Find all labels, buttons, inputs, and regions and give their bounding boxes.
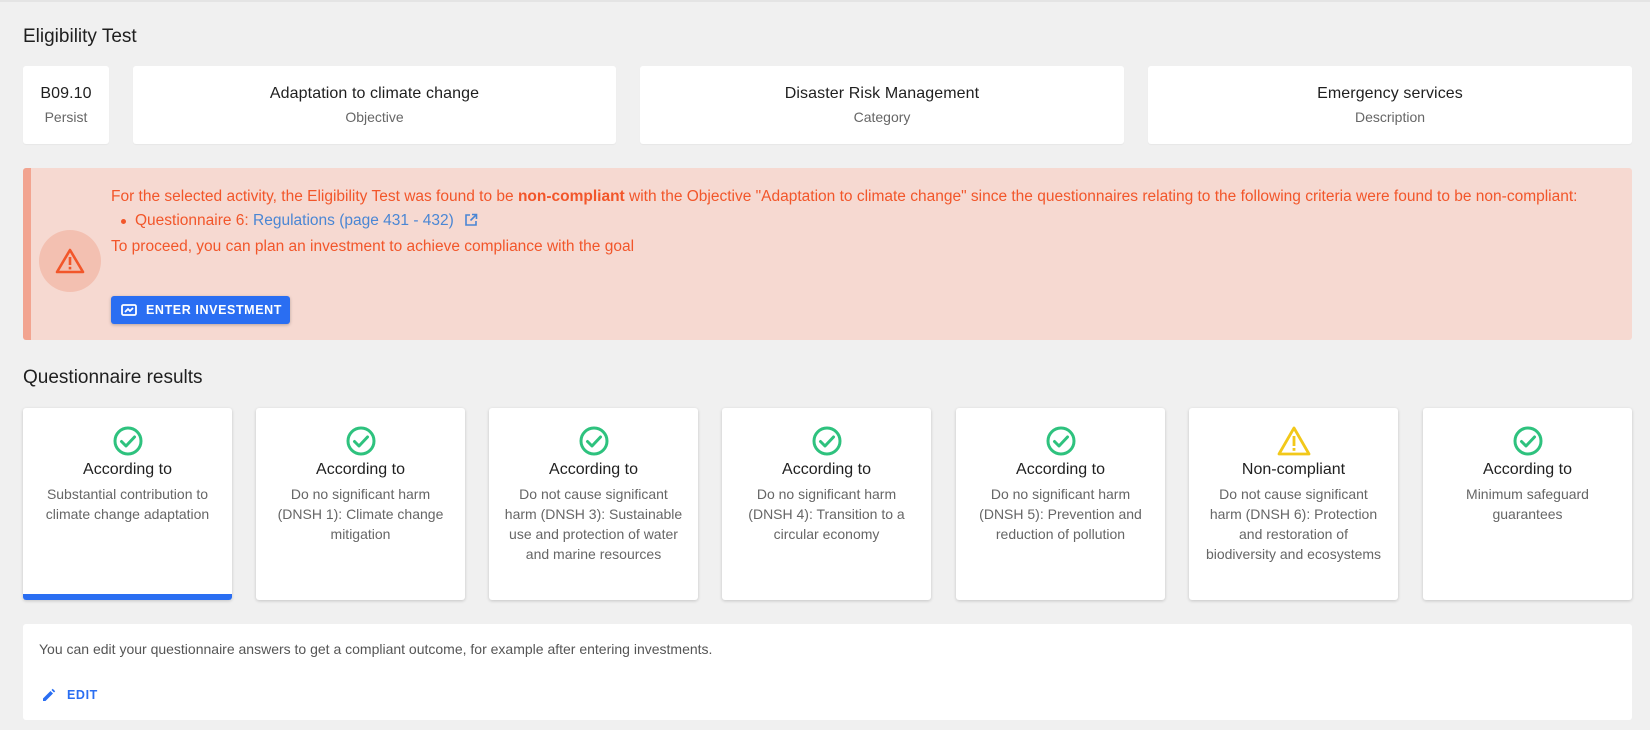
activity-code: B09.10: [40, 85, 92, 102]
category-label: Category: [853, 109, 911, 125]
questionnaire-description: Do no significant harm (DNSH 4): Transit…: [748, 486, 905, 542]
alert-status-bold: non-compliant: [517, 188, 625, 205]
active-indicator: [23, 594, 232, 600]
questionnaire-card[interactable]: Non-compliant Do not cause significant ha…: [1189, 408, 1398, 600]
questionnaire-status: According to: [1483, 461, 1572, 478]
description-value: Emergency services: [1317, 85, 1463, 102]
objective-label: Objective: [345, 109, 404, 125]
activity-code-label: Persist: [44, 109, 88, 125]
external-link-icon[interactable]: [464, 211, 478, 235]
questionnaire-status: According to: [782, 461, 871, 478]
category-value: Disaster Risk Management: [784, 85, 980, 102]
check-circle-icon: [489, 425, 698, 457]
description-label: Description: [1354, 109, 1426, 125]
questionnaire-card[interactable]: According to Do no significant harm (DNSH…: [256, 408, 465, 600]
top-divider: [0, 0, 1650, 2]
edit-label: EDIT: [67, 688, 98, 702]
warning-triangle-icon: [1189, 425, 1398, 457]
alert-warning-icon: [39, 230, 101, 292]
questionnaire-status: Non-compliant: [1241, 461, 1346, 478]
questionnaire-results-title: Questionnaire results: [23, 367, 203, 388]
check-circle-icon: [1423, 425, 1632, 457]
questionnaire-card[interactable]: According to Minimum safeguard guarantees: [1423, 408, 1632, 600]
questionnaire-card[interactable]: According to Do no significant harm (DNSH…: [956, 408, 1165, 600]
questionnaire-description: Minimum safeguard guarantees: [1466, 486, 1589, 522]
objective-card: Adaptation to climate change Objective: [133, 66, 616, 144]
questionnaire-status: According to: [316, 461, 405, 478]
investment-icon: [121, 303, 137, 317]
questionnaire-card[interactable]: According to Do no significant harm (DNSH…: [722, 408, 931, 600]
questionnaire-card[interactable]: According to Substantial contribution to …: [23, 408, 232, 600]
pencil-icon: [41, 687, 57, 703]
edit-message: You can edit your questionnaire answers …: [39, 641, 713, 657]
check-circle-icon: [722, 425, 931, 457]
regulations-link[interactable]: Regulations (page 431 - 432): [253, 212, 454, 229]
alert-list: Questionnaire 6: Regulations (page 431 -…: [111, 209, 1601, 235]
check-circle-icon: [23, 425, 232, 457]
questionnaire-description: Do no significant harm (DNSH 5): Prevent…: [979, 486, 1142, 542]
questionnaire-description: Do not cause significant harm (DNSH 3): …: [504, 486, 683, 562]
alert-proceed-text: To proceed, you can plan an investment t…: [111, 238, 635, 255]
questionnaire-description: Do not cause significant harm (DNSH 6): …: [1205, 486, 1382, 562]
questionnaire-status: According to: [1016, 461, 1105, 478]
category-card: Disaster Risk Management Category: [640, 66, 1124, 144]
alert-content: For the selected activity, the Eligibili…: [111, 185, 1601, 259]
description-card: Emergency services Description: [1148, 66, 1632, 144]
enter-investment-label: ENTER INVESTMENT: [146, 303, 282, 317]
alert-list-item: Questionnaire 6: Regulations (page 431 -…: [119, 209, 1601, 235]
questionnaire-card[interactable]: According to Do not cause significant har…: [489, 408, 698, 600]
alert-message: For the selected activity, the Eligibili…: [111, 188, 1578, 205]
questionnaire-status: According to: [83, 461, 172, 478]
edit-panel: You can edit your questionnaire answers …: [23, 624, 1632, 720]
activity-code-card: B09.10 Persist: [23, 66, 109, 144]
edit-button[interactable]: EDIT: [41, 687, 98, 703]
enter-investment-button[interactable]: ENTER INVESTMENT: [111, 296, 290, 324]
questionnaire-status: According to: [549, 461, 638, 478]
page-title: Eligibility Test: [23, 26, 137, 47]
objective-value: Adaptation to climate change: [269, 85, 480, 102]
questionnaire-description: Substantial contribution to climate chan…: [45, 486, 210, 522]
non-compliance-alert: For the selected activity, the Eligibili…: [23, 168, 1632, 340]
check-circle-icon: [256, 425, 465, 457]
check-circle-icon: [956, 425, 1165, 457]
questionnaire-description: Do no significant harm (DNSH 1): Climate…: [277, 486, 444, 542]
